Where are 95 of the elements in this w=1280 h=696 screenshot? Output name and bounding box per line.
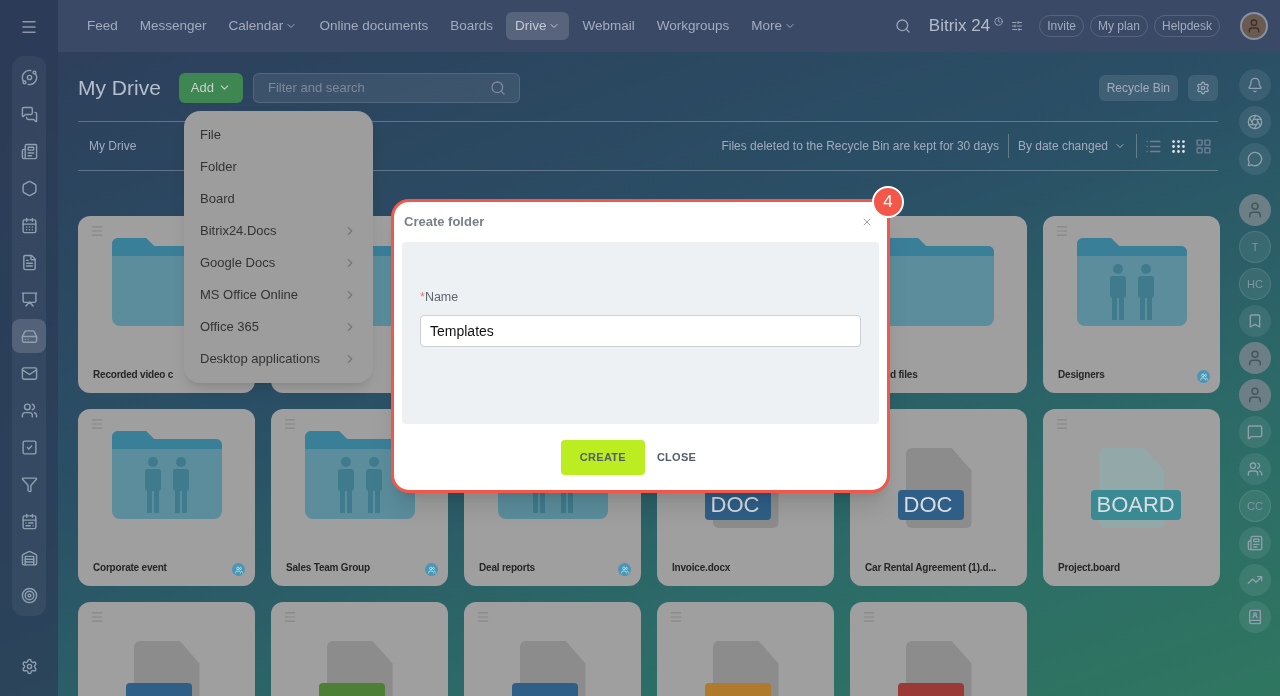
large-grid-icon[interactable] (1195, 137, 1212, 155)
step-badge: 4 (872, 186, 904, 218)
close-icon[interactable] (861, 216, 873, 228)
checkbox-icon (20, 438, 38, 456)
contact-icon (1247, 609, 1263, 625)
menu-icon[interactable] (20, 18, 38, 36)
rail-button[interactable] (1239, 106, 1271, 138)
add-button[interactable]: Add (178, 72, 243, 103)
card-title: Project.board (1058, 561, 1120, 575)
field-label: Name (424, 289, 459, 306)
drive-icon (20, 327, 38, 345)
document-icon (20, 253, 38, 271)
file-card[interactable]: DOC Car Rental Agreement (1).d... (850, 409, 1027, 586)
calendar-icon (20, 216, 38, 234)
nav-item[interactable]: More (742, 12, 806, 40)
file-card[interactable]: Designers (1043, 216, 1220, 393)
nav-item[interactable]: Feed (78, 12, 127, 40)
search-icon[interactable] (894, 18, 911, 34)
nav-item[interactable]: Drive (505, 12, 570, 40)
required-mark: * (420, 289, 425, 306)
nav-item[interactable]: Webmail (573, 12, 644, 40)
settings-button[interactable] (1188, 74, 1218, 101)
mail-icon (20, 364, 38, 382)
rail-button[interactable] (1239, 143, 1271, 175)
settings-icon[interactable] (20, 658, 38, 675)
breadcrumb[interactable]: My Drive (89, 137, 137, 155)
search-icon (490, 79, 506, 96)
logo[interactable]: Bitrix 24 (928, 13, 991, 39)
card-title: Deal reports (479, 561, 535, 575)
presentation-icon (20, 290, 38, 308)
file-type-label: BOARD (1090, 490, 1181, 520)
newspaper-icon (1247, 535, 1263, 551)
rail-button[interactable] (1239, 527, 1271, 559)
card-title: Invoice.docx (672, 561, 731, 575)
bell-icon (1247, 77, 1263, 93)
sliders-icon[interactable] (1011, 20, 1024, 32)
menu-item[interactable]: File (184, 119, 373, 151)
recycle-bin-button[interactable]: Recycle Bin (1098, 74, 1178, 101)
file-card[interactable]: Corporate event (78, 409, 255, 586)
person-silhouette-icon (1246, 18, 1262, 34)
clock-icon (994, 16, 1004, 26)
orbit-icon (20, 68, 38, 86)
rail-button[interactable] (1239, 305, 1271, 337)
nav-item[interactable]: Messenger (130, 12, 216, 40)
avatar[interactable] (1239, 194, 1271, 226)
newspaper-icon (20, 142, 38, 160)
card-title: Sales Team Group (286, 561, 370, 575)
dialog-title: Create folder (404, 213, 485, 232)
warehouse-icon (20, 549, 38, 567)
rail-button[interactable] (1239, 564, 1271, 596)
recycle-bin-notice: Files deleted to the Recycle Bin are kept for 30 days (721, 134, 1009, 158)
people-icon (20, 401, 38, 419)
page-title: My Drive (78, 74, 161, 101)
small-grid-icon[interactable] (1170, 137, 1187, 155)
card-title: Corporate event (93, 561, 167, 575)
person-silhouette-icon (1246, 349, 1264, 367)
gear-icon (1196, 80, 1210, 95)
nav-item[interactable]: Boards (441, 12, 502, 40)
nav-item[interactable]: Workgroups (647, 12, 739, 40)
card-title: Car Rental Agreement (1).d... (865, 561, 997, 575)
shared-folder-icon (1076, 238, 1187, 326)
sort-dropdown[interactable]: By date changed (1017, 134, 1137, 158)
file-card[interactable]: BOARD Project.board (1043, 409, 1220, 586)
file-type-label: DOC (897, 490, 964, 520)
card-title: Recorded video c (93, 368, 174, 382)
shared-folder-icon (111, 431, 222, 519)
person-silhouette-icon (1246, 201, 1264, 219)
funnel-icon (20, 475, 38, 493)
avatar[interactable] (1239, 342, 1271, 374)
nav-item[interactable]: Online documents (310, 12, 438, 40)
create-button[interactable]: CREATE (560, 439, 645, 475)
group-icon (1247, 461, 1263, 477)
aperture-icon (1247, 114, 1263, 130)
card-title: d files (890, 368, 918, 382)
rail-button[interactable] (1239, 601, 1271, 633)
target-icon (20, 586, 38, 604)
rail-button[interactable] (1239, 453, 1271, 485)
chat-icon (1247, 424, 1263, 440)
bookmark-icon (1247, 313, 1263, 329)
chat-icon (1247, 151, 1263, 167)
chat-icon (20, 105, 38, 123)
menu-item[interactable]: Board (184, 183, 373, 215)
nav-item[interactable]: Calendar (219, 12, 307, 40)
name-input[interactable]: Templates (420, 314, 861, 347)
schedule-icon (20, 512, 38, 530)
menu-item[interactable]: Folder (184, 151, 373, 183)
rail-button[interactable] (1239, 69, 1271, 101)
close-button[interactable]: CLOSE (656, 439, 697, 475)
sidebar-item[interactable] (12, 319, 46, 353)
avatar[interactable] (1239, 379, 1271, 411)
rail-button[interactable] (1239, 416, 1271, 448)
hexagon-icon (20, 179, 38, 197)
card-title: Designers (1058, 368, 1105, 382)
person-silhouette-icon (1246, 386, 1264, 404)
avatar[interactable] (1240, 12, 1268, 40)
